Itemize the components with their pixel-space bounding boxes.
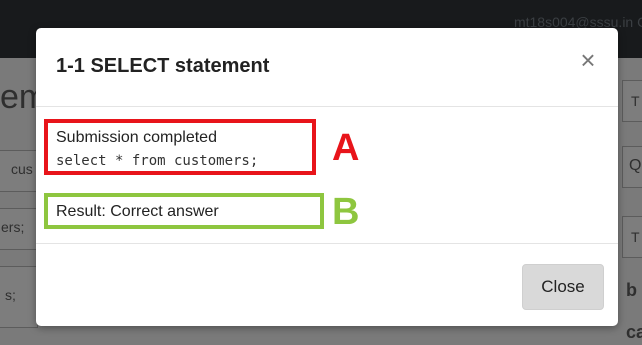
submission-box-a: Submission completed select * from custo… <box>44 119 316 175</box>
background-field-text: s; <box>5 287 16 303</box>
background-field: ers; <box>0 208 38 250</box>
background-right-item: T <box>622 80 642 122</box>
background-right-bold: b <box>626 280 637 300</box>
background-right-item: Q <box>622 146 642 188</box>
background-right-bold: ca <box>626 322 642 342</box>
submitted-query: select * from customers; <box>56 153 259 169</box>
annotation-label-b: B <box>332 191 360 233</box>
background-field: cus <box>0 150 38 192</box>
result-modal: 1-1 SELECT statement × Submission comple… <box>36 28 618 326</box>
annotation-label-a: A <box>332 127 360 169</box>
background-right-letter: T <box>631 229 640 245</box>
close-button[interactable]: Close <box>522 264 604 310</box>
modal-title: 1-1 SELECT statement <box>56 55 270 77</box>
modal-body: Submission completed select * from custo… <box>36 107 618 243</box>
modal-footer: Close <box>36 243 618 327</box>
background-field: s; <box>0 266 38 328</box>
background-right-letter: Q <box>629 157 642 174</box>
result-box-b: Result: Correct answer <box>44 193 324 229</box>
background-right-item: T <box>622 216 642 258</box>
close-icon[interactable]: × <box>574 46 602 74</box>
background-field-text: ers; <box>1 219 25 235</box>
submission-status: Submission completed <box>56 129 217 146</box>
background-right-letter: T <box>631 93 640 109</box>
result-text: Result: Correct answer <box>56 203 219 220</box>
background-field-text: cus <box>11 161 33 177</box>
modal-header: 1-1 SELECT statement × <box>36 28 618 107</box>
